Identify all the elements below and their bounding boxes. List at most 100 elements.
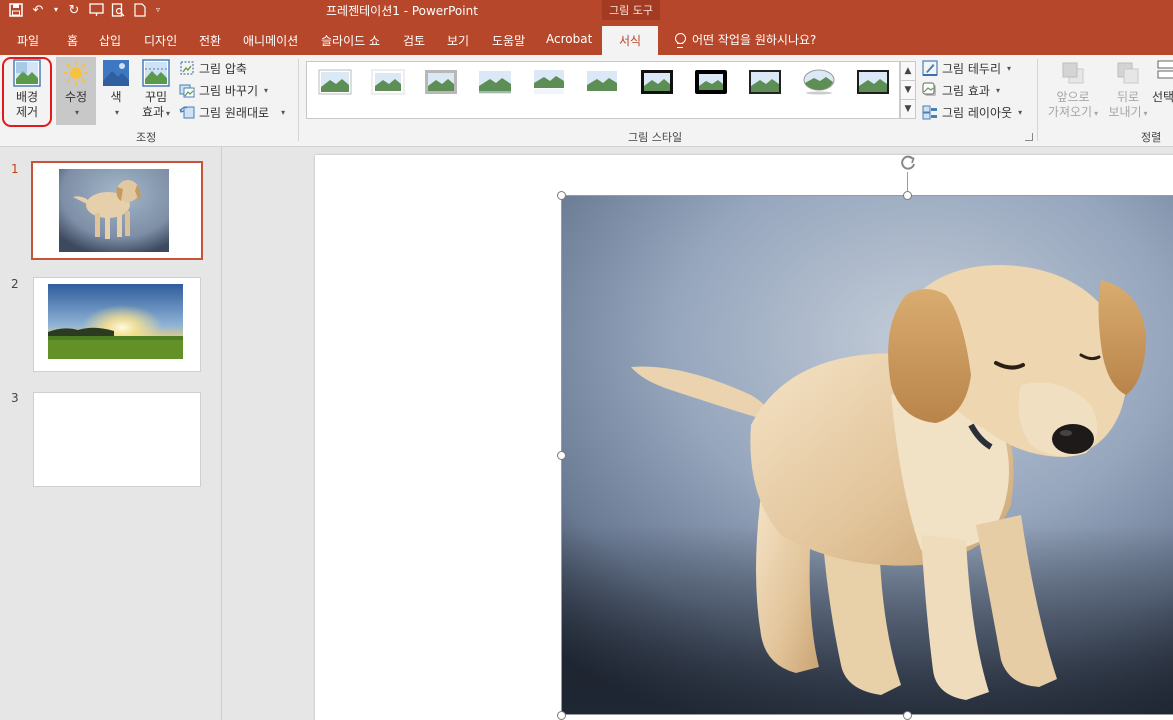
selection-outline <box>561 195 1173 715</box>
title-bar: ↶ ▾ ↻ ▿ 프레젠테이션1 - PowerPoint 그림 도구 <box>0 0 1173 20</box>
picture-styles-group-label: 그림 스타일 <box>628 131 683 144</box>
resize-handle-left[interactable] <box>557 451 566 460</box>
picture-style-thumbnail[interactable] <box>640 69 674 95</box>
picture-style-thumbnail[interactable] <box>802 69 836 95</box>
group-separator <box>1037 59 1038 141</box>
tab-transitions[interactable]: 전환 <box>199 32 221 49</box>
slide-thumbnail-1[interactable] <box>31 161 203 260</box>
picture-style-thumbnail[interactable] <box>371 69 405 95</box>
reset-picture-icon <box>179 106 195 119</box>
undo-icon[interactable]: ↶ <box>30 2 46 18</box>
picture-border-button[interactable]: 그림 테두리 ▾ <box>922 58 1011 78</box>
bring-forward-button[interactable]: 앞으로 가져오기 ▾ <box>1046 59 1100 121</box>
slide-number: 2 <box>11 277 19 291</box>
picture-effects-caret-icon: ▾ <box>995 85 1000 95</box>
bring-forward-line1: 앞으로 <box>1056 90 1090 104</box>
picture-style-thumbnail[interactable] <box>585 69 619 95</box>
picture-style-thumbnail[interactable] <box>748 69 782 95</box>
tab-help[interactable]: 도움말 <box>492 32 525 49</box>
bring-forward-icon <box>1062 62 1084 84</box>
change-picture-button[interactable]: 그림 바꾸기 ▾ <box>179 80 268 100</box>
send-backward-icon <box>1117 62 1139 84</box>
picture-layout-caret-icon: ▾ <box>1018 107 1023 117</box>
compress-icon <box>180 61 194 75</box>
slide-thumbnail-3[interactable] <box>33 392 201 487</box>
slide-number: 3 <box>11 391 19 405</box>
tab-home[interactable]: 홈 <box>67 32 78 49</box>
picture-style-thumbnail[interactable] <box>694 69 728 95</box>
picture-tools-context-label: 그림 도구 <box>602 0 660 20</box>
picture-layout-label: 그림 레이아웃 <box>942 105 1013 120</box>
resize-handle-bottom-left[interactable] <box>557 711 566 720</box>
corrections-label: 수정 <box>64 90 88 104</box>
slide-editing-area <box>223 147 1173 720</box>
tab-review[interactable]: 검토 <box>403 32 425 49</box>
print-preview-icon[interactable] <box>110 2 126 18</box>
change-picture-label: 그림 바꾸기 <box>199 83 259 98</box>
artistic-effects-icon <box>142 59 170 87</box>
picture-style-thumbnail[interactable] <box>424 69 458 95</box>
tab-format[interactable]: 서식 <box>602 26 659 55</box>
reset-picture-button[interactable]: 그림 원래대로 ▾ <box>179 102 285 122</box>
selection-pane-button[interactable]: 선택 <box>1152 59 1173 105</box>
undo-dropdown-icon[interactable]: ▾ <box>52 2 60 18</box>
picture-layout-button[interactable]: 그림 레이아웃 ▾ <box>922 102 1022 122</box>
resize-handle-bottom[interactable] <box>903 711 912 720</box>
tab-acrobat[interactable]: Acrobat <box>546 32 592 46</box>
tab-animations[interactable]: 애니메이션 <box>243 32 298 49</box>
effects-icon <box>922 82 936 96</box>
change-picture-icon <box>179 84 195 98</box>
picture-style-thumbnail[interactable] <box>532 69 566 95</box>
gallery-scroll: ▲ ▼ ▼ <box>900 61 916 119</box>
corrections-button[interactable]: 수정 ▾ <box>56 57 96 125</box>
tab-design[interactable]: 디자인 <box>144 32 177 49</box>
compress-pictures-button[interactable]: 그림 압축 <box>179 58 247 78</box>
tell-me-search[interactable]: 어떤 작업을 원하시나요? <box>674 31 816 48</box>
save-icon[interactable] <box>8 2 24 18</box>
adjust-group-label: 조정 <box>136 131 157 144</box>
powerpoint-window: ↶ ▾ ↻ ▿ 프레젠테이션1 - PowerPoint 그림 도구 파일 홈 … <box>0 0 1173 720</box>
selection-pane-label: 선택 <box>1152 90 1173 104</box>
picture-style-thumbnail[interactable] <box>318 69 352 95</box>
tab-file[interactable]: 파일 <box>17 32 39 49</box>
redo-icon[interactable]: ↻ <box>66 2 82 18</box>
new-document-icon[interactable] <box>132 2 148 18</box>
customize-qat-icon[interactable]: ▿ <box>154 2 162 18</box>
window-title: 프레젠테이션1 - PowerPoint <box>326 4 478 18</box>
send-backward-line1: 뒤로 <box>1116 90 1140 104</box>
send-backward-line2: 보내기 ▾ <box>1108 105 1148 119</box>
group-separator <box>298 59 299 141</box>
tab-slide-show[interactable]: 슬라이드 쇼 <box>321 32 380 49</box>
quick-access-toolbar: ↶ ▾ ↻ ▿ <box>8 0 162 20</box>
arrange-group-label: 정렬 <box>1141 131 1162 144</box>
gallery-more-icon[interactable]: ▼ <box>900 100 916 119</box>
selection-pane-icon <box>1157 60 1173 79</box>
tell-me-text: 어떤 작업을 원하시나요? <box>692 33 817 47</box>
present-from-start-icon[interactable] <box>88 2 104 18</box>
artistic-effects-button[interactable]: 꾸밈 효과 ▾ <box>137 59 175 121</box>
slide-thumbnail-2[interactable] <box>33 277 201 372</box>
color-button[interactable]: 색 ▾ <box>100 59 132 120</box>
dialog-launcher-icon[interactable] <box>1025 133 1033 141</box>
picture-style-thumbnail[interactable] <box>856 69 890 95</box>
slide-number: 1 <box>11 162 19 176</box>
picture-border-label: 그림 테두리 <box>942 61 1002 76</box>
rotate-handle-icon[interactable] <box>898 153 918 173</box>
pen-border-icon <box>922 60 938 76</box>
resize-handle-top-left[interactable] <box>557 191 566 200</box>
tab-view[interactable]: 보기 <box>447 32 469 49</box>
send-backward-button[interactable]: 뒤로 보내기 ▾ <box>1106 59 1150 121</box>
reset-picture-label: 그림 원래대로 <box>199 105 270 120</box>
picture-color-icon <box>103 60 129 86</box>
tab-insert[interactable]: 삽입 <box>99 32 121 49</box>
lightbulb-icon <box>674 32 686 48</box>
picture-style-thumbnail[interactable] <box>478 69 512 95</box>
current-slide[interactable] <box>315 155 1173 720</box>
color-caret-icon: ▾ <box>114 108 119 117</box>
sun-icon <box>64 61 88 85</box>
reset-picture-caret-icon: ▾ <box>281 107 286 117</box>
picture-effects-button[interactable]: 그림 효과 ▾ <box>922 80 1000 100</box>
gallery-scroll-up-icon[interactable]: ▲ <box>900 61 916 81</box>
resize-handle-top[interactable] <box>903 191 912 200</box>
gallery-scroll-down-icon[interactable]: ▼ <box>900 81 916 100</box>
